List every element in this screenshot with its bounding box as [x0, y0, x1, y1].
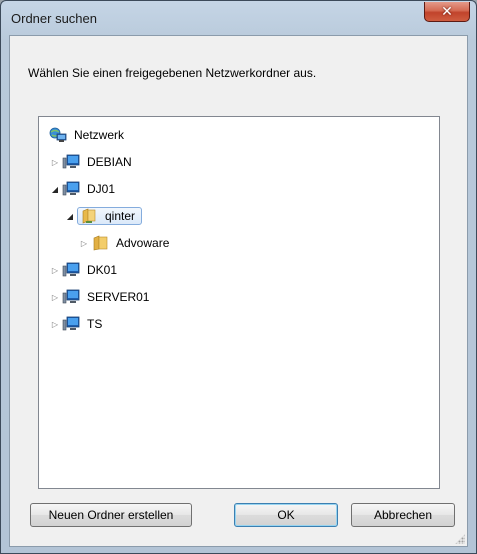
- expand-arrow-icon[interactable]: ▷: [50, 152, 60, 172]
- close-icon: ✕: [441, 3, 453, 20]
- tree-item-dj01[interactable]: ◢ DJ01: [50, 179, 118, 199]
- tree-item-label: TS: [87, 317, 103, 331]
- tree-item-qinter[interactable]: ◢ qinter: [65, 206, 143, 226]
- expand-arrow-icon[interactable]: ▷: [50, 287, 60, 307]
- tree-item-label: DEBIAN: [87, 155, 132, 169]
- title-bar[interactable]: Ordner suchen ✕: [1, 1, 476, 35]
- shared-folder-icon: [80, 208, 98, 224]
- expand-arrow-icon[interactable]: ▷: [79, 233, 89, 253]
- tree-item-ts[interactable]: ▷ TS: [50, 314, 105, 334]
- resize-grip[interactable]: [455, 534, 465, 544]
- computer-icon: [62, 181, 80, 197]
- tree-item-label: qinter: [105, 209, 136, 223]
- expand-arrow-icon[interactable]: ▷: [50, 314, 60, 334]
- tree-item-label: SERVER01: [87, 290, 150, 304]
- collapse-arrow-icon[interactable]: ◢: [65, 206, 75, 226]
- cancel-button[interactable]: Abbrechen: [351, 503, 455, 527]
- folder-browse-dialog: Ordner suchen ✕ Wählen Sie einen freigeg…: [0, 0, 477, 554]
- expand-arrow-icon[interactable]: ▷: [50, 260, 60, 280]
- instruction-text: Wählen Sie einen freigegebenen Netzwerko…: [28, 66, 317, 80]
- tree-item-netzwerk[interactable]: Netzwerk: [49, 125, 127, 145]
- computer-icon: [62, 154, 80, 170]
- tree-item-label: Netzwerk: [74, 128, 125, 142]
- computer-icon: [62, 262, 80, 278]
- tree-item-dk01[interactable]: ▷ DK01: [50, 260, 120, 280]
- close-button[interactable]: ✕: [424, 2, 470, 22]
- tree-item-label: DJ01: [87, 182, 116, 196]
- ok-button[interactable]: OK: [234, 503, 338, 527]
- computer-icon: [62, 316, 80, 332]
- selection-highlight: qinter: [77, 207, 143, 225]
- folder-tree[interactable]: Netzwerk ▷ DEBIAN ◢ DJ01 ◢ qinter ▷ Advo…: [38, 116, 440, 489]
- window-title: Ordner suchen: [11, 11, 97, 26]
- new-folder-button[interactable]: Neuen Ordner erstellen: [30, 503, 192, 527]
- tree-item-debian[interactable]: ▷ DEBIAN: [50, 152, 135, 172]
- tree-item-label: Advoware: [116, 236, 170, 250]
- dialog-client-area: Wählen Sie einen freigegebenen Netzwerko…: [9, 35, 468, 547]
- tree-item-label: DK01: [87, 263, 118, 277]
- folder-icon: [91, 235, 109, 251]
- tree-item-advoware[interactable]: ▷ Advoware: [79, 233, 172, 253]
- computer-icon: [62, 289, 80, 305]
- collapse-arrow-icon[interactable]: ◢: [50, 179, 60, 199]
- tree-item-server01[interactable]: ▷ SERVER01: [50, 287, 152, 307]
- network-icon: [49, 127, 67, 143]
